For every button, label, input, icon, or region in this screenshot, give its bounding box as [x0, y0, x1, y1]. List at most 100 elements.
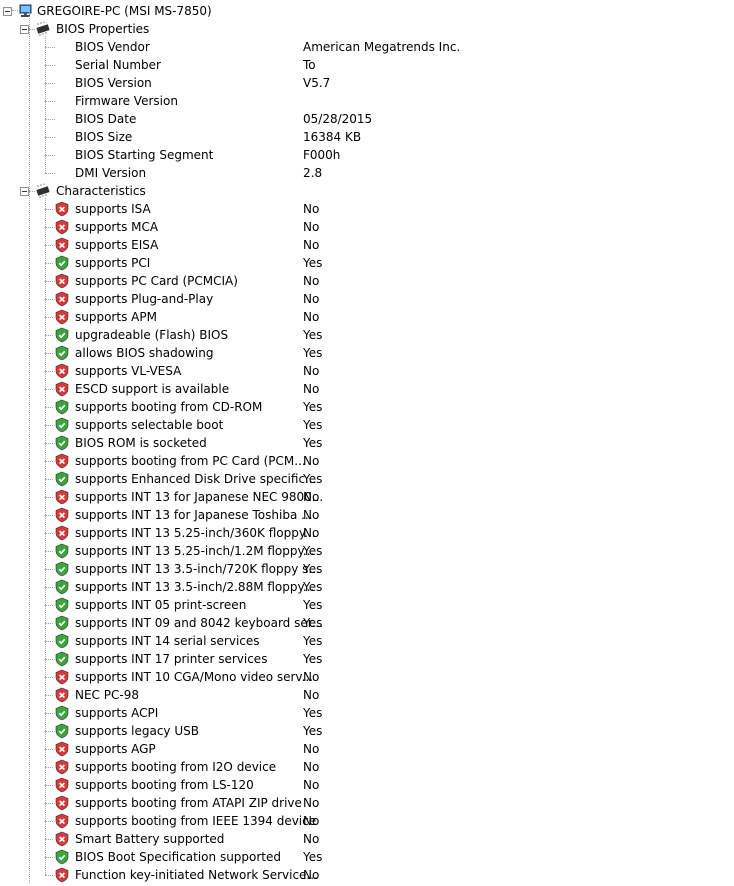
characteristic-row[interactable]: supports INT 13 3.5-inch/720K floppy s..…	[0, 560, 734, 578]
shield-x-icon	[54, 795, 70, 811]
property-row[interactable]: BIOS Vendor American Megatrends Inc.	[0, 38, 734, 56]
tree-node-bios-properties[interactable]: BIOS Properties	[0, 20, 734, 38]
characteristic-value: Yes	[303, 724, 323, 738]
property-row[interactable]: BIOS Date 05/28/2015	[0, 110, 734, 128]
characteristic-row[interactable]: supports MCA No	[0, 218, 734, 236]
tree-connector-line	[45, 101, 55, 102]
characteristic-value: No	[303, 364, 320, 378]
shield-check-icon	[54, 435, 70, 451]
characteristic-row[interactable]: supports ISA No	[0, 200, 734, 218]
property-row[interactable]: BIOS Size 16384 KB	[0, 128, 734, 146]
characteristic-row[interactable]: supports APM No	[0, 308, 734, 326]
characteristic-row[interactable]: upgradeable (Flash) BIOS Yes	[0, 326, 734, 344]
characteristic-label: BIOS Boot Specification supported	[75, 850, 282, 864]
characteristic-row[interactable]: supports AGP No	[0, 740, 734, 758]
characteristic-row[interactable]: supports INT 13 for Japanese NEC 9800...…	[0, 488, 734, 506]
bios-tree-view[interactable]: GREGOIRE-PC (MSI MS-7850) BIOS Properties…	[0, 0, 734, 883]
shield-x-icon	[54, 687, 70, 703]
property-row[interactable]: Serial Number To	[0, 56, 734, 74]
characteristic-label: upgradeable (Flash) BIOS	[75, 328, 229, 342]
characteristic-row[interactable]: supports ACPI Yes	[0, 704, 734, 722]
tree-connector-line	[45, 281, 53, 282]
characteristic-value: No	[303, 220, 320, 234]
characteristic-value: Yes	[303, 616, 323, 630]
characteristic-value: No	[303, 274, 320, 288]
characteristic-row[interactable]: supports booting from ATAPI ZIP drive No	[0, 794, 734, 812]
tree-connector-line	[45, 551, 53, 552]
tree-connector-line	[45, 119, 55, 120]
tree-connector-line	[45, 695, 53, 696]
characteristic-row[interactable]: supports PC Card (PCMCIA) No	[0, 272, 734, 290]
characteristic-label: supports PC Card (PCMCIA)	[75, 274, 238, 288]
characteristic-row[interactable]: ESCD support is available No	[0, 380, 734, 398]
shield-x-icon	[54, 273, 70, 289]
characteristic-row[interactable]: supports INT 17 printer services Yes	[0, 650, 734, 668]
tree-node-characteristics[interactable]: Characteristics	[0, 182, 734, 200]
shield-x-icon	[54, 489, 70, 505]
characteristic-row[interactable]: supports INT 10 CGA/Mono video serv... No	[0, 668, 734, 686]
shield-check-icon	[54, 615, 70, 631]
characteristic-value: Yes	[303, 436, 323, 450]
characteristic-row[interactable]: supports booting from PC Card (PCM... No	[0, 452, 734, 470]
characteristic-row[interactable]: supports Plug-and-Play No	[0, 290, 734, 308]
characteristic-label: supports ACPI	[75, 706, 159, 720]
characteristic-row[interactable]: supports INT 13 3.5-inch/2.88M floppy...…	[0, 578, 734, 596]
tree-connector-line	[45, 767, 53, 768]
characteristic-value: Yes	[303, 706, 323, 720]
characteristic-row[interactable]: supports legacy USB Yes	[0, 722, 734, 740]
characteristic-row[interactable]: supports PCI Yes	[0, 254, 734, 272]
collapse-toggle[interactable]	[20, 187, 29, 196]
property-row[interactable]: Firmware Version	[0, 92, 734, 110]
characteristic-row[interactable]: allows BIOS shadowing Yes	[0, 344, 734, 362]
characteristic-row[interactable]: Function key-initiated Network Service..…	[0, 866, 734, 884]
tree-connector-line	[45, 317, 53, 318]
characteristic-value: No	[303, 490, 320, 504]
tree-connector-line	[45, 533, 53, 534]
characteristic-label: supports selectable boot	[75, 418, 224, 432]
property-row[interactable]: BIOS Version V5.7	[0, 74, 734, 92]
characteristic-value: Yes	[303, 328, 323, 342]
tree-connector-line	[45, 839, 53, 840]
characteristic-label: supports booting from ATAPI ZIP drive	[75, 796, 302, 810]
tree-connector-line	[45, 425, 53, 426]
property-row[interactable]: BIOS Starting Segment F000h	[0, 146, 734, 164]
characteristic-label: supports INT 17 printer services	[75, 652, 268, 666]
characteristic-row[interactable]: supports booting from I2O device No	[0, 758, 734, 776]
characteristic-row[interactable]: NEC PC-98 No	[0, 686, 734, 704]
characteristic-row[interactable]: supports booting from IEEE 1394 device No	[0, 812, 734, 830]
shield-check-icon	[54, 561, 70, 577]
shield-check-icon	[54, 723, 70, 739]
characteristic-row[interactable]: supports selectable boot Yes	[0, 416, 734, 434]
characteristic-label: supports VL-VESA	[75, 364, 182, 378]
characteristic-value: Yes	[303, 634, 323, 648]
collapse-toggle[interactable]	[3, 7, 12, 16]
characteristic-row[interactable]: supports booting from CD-ROM Yes	[0, 398, 734, 416]
tree-connector-line	[45, 821, 53, 822]
characteristic-row[interactable]: supports INT 13 5.25-inch/360K floppy...…	[0, 524, 734, 542]
property-row[interactable]: DMI Version 2.8	[0, 164, 734, 182]
property-label: BIOS Size	[75, 130, 133, 144]
characteristic-row[interactable]: supports INT 09 and 8042 keyboard ser...…	[0, 614, 734, 632]
characteristic-label: supports booting from IEEE 1394 device	[75, 814, 317, 828]
characteristic-label: supports APM	[75, 310, 157, 324]
shield-check-icon	[54, 543, 70, 559]
characteristic-label: supports booting from CD-ROM	[75, 400, 263, 414]
characteristic-row[interactable]: supports INT 13 for Japanese Toshiba ...…	[0, 506, 734, 524]
collapse-toggle[interactable]	[20, 25, 29, 34]
characteristic-label: supports booting from LS-120	[75, 778, 254, 792]
characteristic-row[interactable]: supports booting from LS-120 No	[0, 776, 734, 794]
characteristic-row[interactable]: supports VL-VESA No	[0, 362, 734, 380]
tree-node-root[interactable]: GREGOIRE-PC (MSI MS-7850)	[0, 2, 734, 20]
characteristic-row[interactable]: supports INT 05 print-screen Yes	[0, 596, 734, 614]
characteristic-value: No	[303, 742, 320, 756]
characteristic-row[interactable]: supports EISA No	[0, 236, 734, 254]
characteristic-row[interactable]: supports INT 14 serial services Yes	[0, 632, 734, 650]
characteristic-row[interactable]: Smart Battery supported No	[0, 830, 734, 848]
tree-connector-line	[45, 227, 53, 228]
characteristic-row[interactable]: supports INT 13 5.25-inch/1.2M floppy...…	[0, 542, 734, 560]
characteristic-value: No	[303, 814, 320, 828]
characteristic-row[interactable]: BIOS Boot Specification supported Yes	[0, 848, 734, 866]
characteristic-row[interactable]: BIOS ROM is socketed Yes	[0, 434, 734, 452]
characteristic-row[interactable]: supports Enhanced Disk Drive specific...…	[0, 470, 734, 488]
tree-connector-line	[45, 605, 53, 606]
